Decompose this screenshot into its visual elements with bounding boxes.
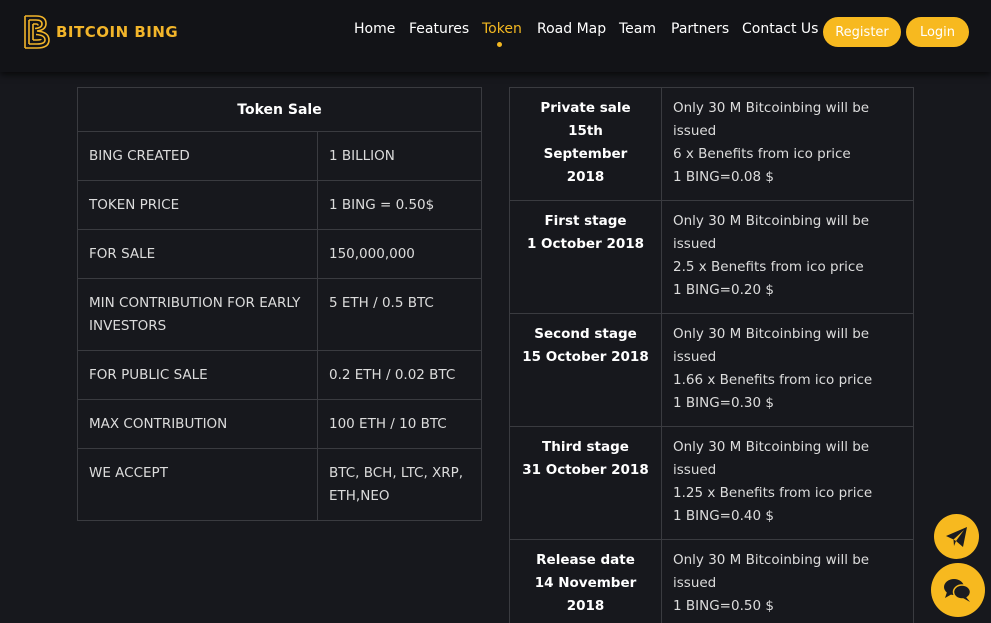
stage-supply: Only 30 M Bitcoinbing will be issued xyxy=(673,100,870,139)
row-value: 1 BILLION xyxy=(317,131,482,181)
nav-team[interactable]: Team xyxy=(619,21,656,37)
stage-row: Private sale 15th September 2018 Only 30… xyxy=(509,87,914,201)
site-header: BITCOIN BING Home Features Token Road Ma… xyxy=(0,0,991,72)
row-key: BING CREATED xyxy=(77,131,318,181)
telegram-button[interactable] xyxy=(934,514,979,559)
stage-row: Second stage 15 October 2018 Only 30 M B… xyxy=(509,313,914,427)
row-key: MAX CONTRIBUTION xyxy=(77,399,318,449)
stage-name: Second stage xyxy=(534,326,637,342)
stage-cell: Release date 14 November 2018 xyxy=(509,539,662,623)
nav-features[interactable]: Features xyxy=(409,21,469,37)
stage-price: 1 BING=0.08 $ xyxy=(673,169,774,185)
table-row: BING CREATED 1 BILLION xyxy=(77,131,482,181)
stage-benefits: 1.66 x Benefits from ico price xyxy=(673,372,873,388)
stage-date: 31 October 2018 xyxy=(522,462,649,478)
register-button[interactable]: Register xyxy=(823,17,901,47)
stage-detail: Only 30 M Bitcoinbing will be issued 1.2… xyxy=(661,426,914,540)
stage-row: Release date 14 November 2018 Only 30 M … xyxy=(509,539,914,623)
stage-benefits: 1.25 x Benefits from ico price xyxy=(673,485,873,501)
stage-detail: Only 30 M Bitcoinbing will be issued 1 B… xyxy=(661,539,914,623)
nav-contact-us[interactable]: Contact Us xyxy=(742,21,818,37)
stage-supply: Only 30 M Bitcoinbing will be issued xyxy=(673,213,870,252)
stage-date: 1 October 2018 xyxy=(526,236,645,252)
stage-supply: Only 30 M Bitcoinbing will be issued xyxy=(673,439,870,478)
bitcoin-bing-logo-icon xyxy=(24,15,50,49)
row-value: 100 ETH / 10 BTC xyxy=(317,399,482,449)
stage-detail: Only 30 M Bitcoinbing will be issued 1.6… xyxy=(661,313,914,427)
row-key: TOKEN PRICE xyxy=(77,180,318,230)
table-row: MAX CONTRIBUTION 100 ETH / 10 BTC xyxy=(77,399,482,449)
stage-detail: Only 30 M Bitcoinbing will be issued 2.5… xyxy=(661,200,914,314)
stage-price: 1 BING=0.40 $ xyxy=(673,508,774,524)
row-value: BTC, BCH, LTC, XRP, ETH,NEO xyxy=(317,448,482,521)
live-chat-button[interactable] xyxy=(931,563,985,617)
stage-supply: Only 30 M Bitcoinbing will be issued xyxy=(673,552,870,591)
stage-date: 14 November 2018 xyxy=(534,575,637,614)
row-key: FOR SALE xyxy=(77,229,318,279)
active-nav-indicator xyxy=(497,42,502,47)
stage-date: 15 October 2018 xyxy=(522,349,649,365)
row-value: 0.2 ETH / 0.02 BTC xyxy=(317,350,482,400)
stage-name: Private sale xyxy=(540,100,631,116)
nav-home[interactable]: Home xyxy=(354,21,395,37)
stage-supply: Only 30 M Bitcoinbing will be issued xyxy=(673,326,870,365)
table-row: MIN CONTRIBUTION FOR EARLY INVESTORS 5 E… xyxy=(77,278,482,351)
stage-price: 1 BING=0.50 $ xyxy=(673,598,774,614)
stage-price: 1 BING=0.20 $ xyxy=(673,282,774,298)
stage-cell: Private sale 15th September 2018 xyxy=(509,87,662,201)
stage-row: First stage 1 October 2018 Only 30 M Bit… xyxy=(509,200,914,314)
stage-cell: First stage 1 October 2018 xyxy=(509,200,662,314)
stage-date: 15th September 2018 xyxy=(543,123,628,185)
stage-cell: Second stage 15 October 2018 xyxy=(509,313,662,427)
row-value: 150,000,000 xyxy=(317,229,482,279)
chat-icon xyxy=(944,579,972,602)
stage-benefits: 2.5 x Benefits from ico price xyxy=(673,259,864,275)
login-button[interactable]: Login xyxy=(906,17,969,47)
sale-stages-table: Private sale 15th September 2018 Only 30… xyxy=(509,87,914,623)
row-key: FOR PUBLIC SALE xyxy=(77,350,318,400)
brand-logo[interactable]: BITCOIN BING xyxy=(22,14,178,50)
table-row: WE ACCEPT BTC, BCH, LTC, XRP, ETH,NEO xyxy=(77,448,482,521)
brand-name: BITCOIN BING xyxy=(56,23,179,41)
table-row: FOR PUBLIC SALE 0.2 ETH / 0.02 BTC xyxy=(77,350,482,400)
row-key: WE ACCEPT xyxy=(77,448,318,521)
stage-price: 1 BING=0.30 $ xyxy=(673,395,774,411)
stage-cell: Third stage 31 October 2018 xyxy=(509,426,662,540)
nav-token[interactable]: Token xyxy=(482,21,522,37)
row-value: 5 ETH / 0.5 BTC xyxy=(317,278,482,351)
table-row: FOR SALE 150,000,000 xyxy=(77,229,482,279)
nav-road-map[interactable]: Road Map xyxy=(537,21,606,37)
stage-benefits: 6 x Benefits from ico price xyxy=(673,146,851,162)
stage-name: Third stage xyxy=(542,439,629,455)
row-key: MIN CONTRIBUTION FOR EARLY INVESTORS xyxy=(77,278,318,351)
token-sale-table: Token Sale BING CREATED 1 BILLION TOKEN … xyxy=(77,87,482,521)
stage-name: Release date xyxy=(536,552,635,568)
nav-partners[interactable]: Partners xyxy=(671,21,729,37)
table-row: TOKEN PRICE 1 BING = 0.50$ xyxy=(77,180,482,230)
row-value: 1 BING = 0.50$ xyxy=(317,180,482,230)
token-sale-title: Token Sale xyxy=(77,87,482,132)
stage-detail: Only 30 M Bitcoinbing will be issued 6 x… xyxy=(661,87,914,201)
telegram-icon xyxy=(945,526,967,547)
stage-name: First stage xyxy=(544,213,627,229)
stage-row: Third stage 31 October 2018 Only 30 M Bi… xyxy=(509,426,914,540)
